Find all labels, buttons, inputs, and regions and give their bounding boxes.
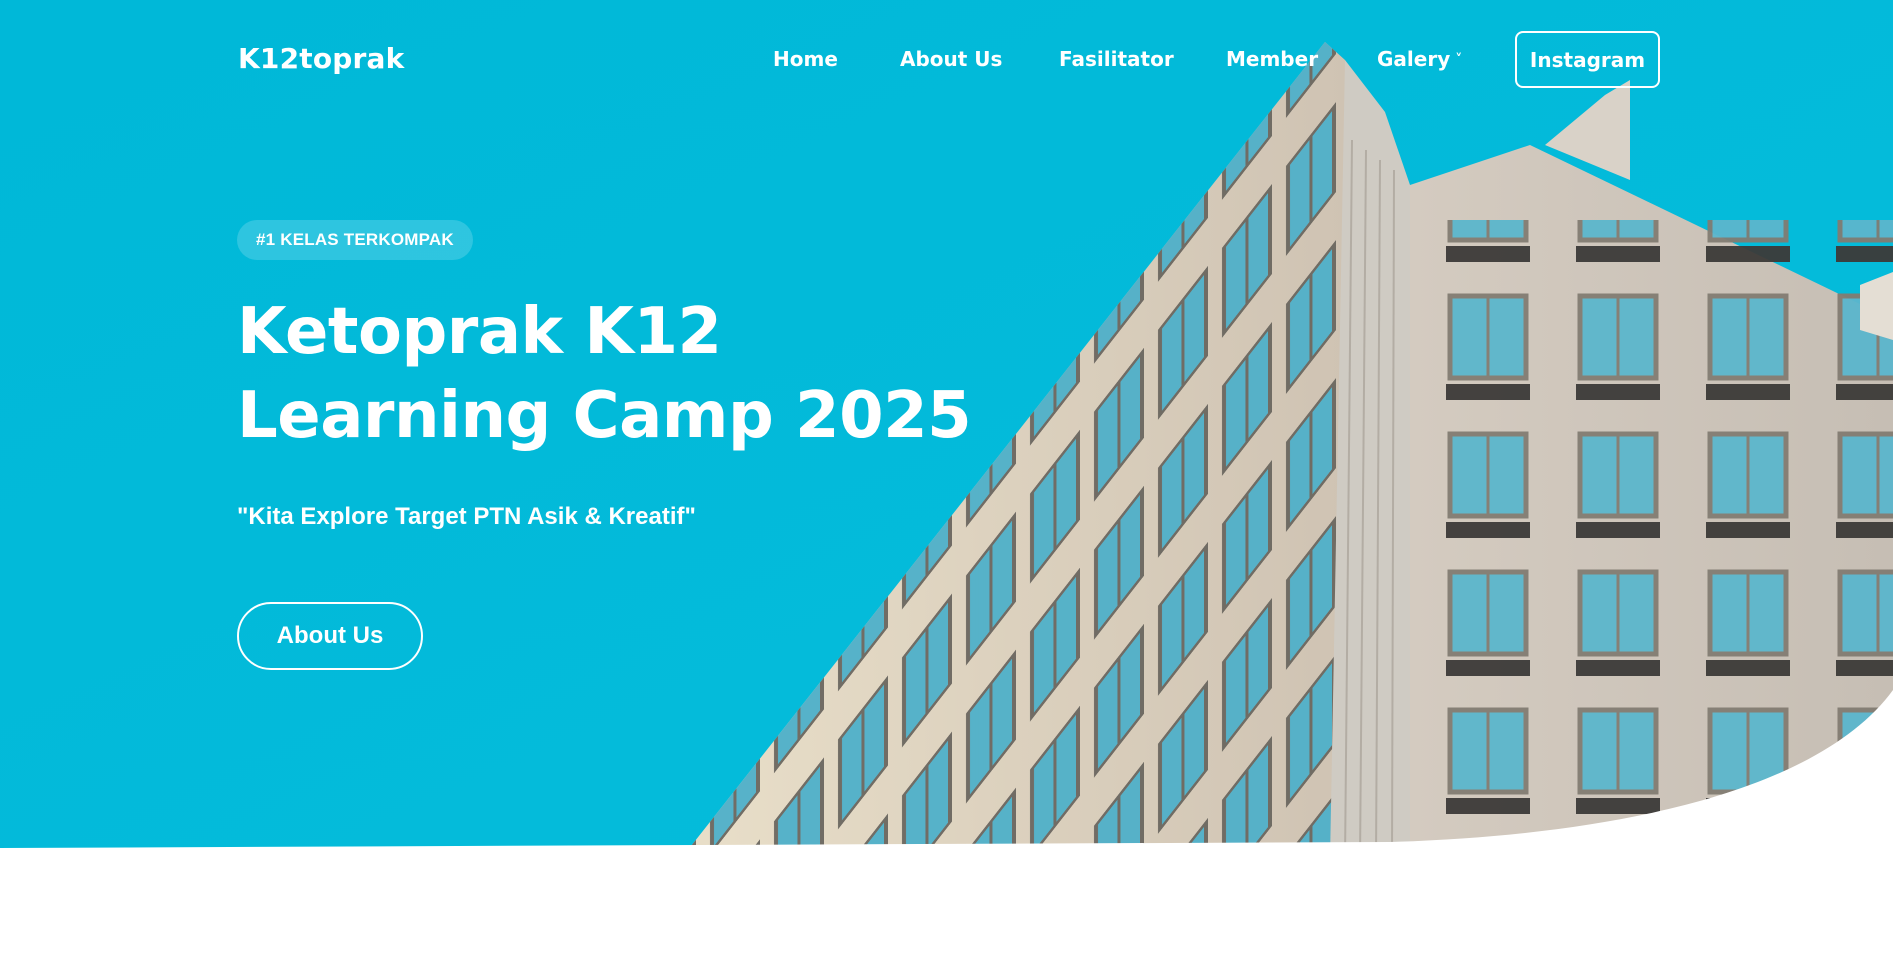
nav-fasilitator[interactable]: Fasilitator bbox=[1059, 47, 1174, 71]
hero-title-line-1: Ketoprak K12 bbox=[237, 295, 722, 369]
nav-galery-label: Galery bbox=[1377, 47, 1451, 71]
about-us-button[interactable]: About Us bbox=[237, 602, 423, 670]
instagram-button[interactable]: Instagram bbox=[1515, 31, 1660, 88]
brand-logo[interactable]: K12toprak bbox=[238, 42, 404, 75]
nav-galery[interactable]: Galery ˅ bbox=[1377, 47, 1462, 71]
page: K12toprak Home About Us Fasilitator Memb… bbox=[0, 0, 1893, 964]
nav-member[interactable]: Member bbox=[1226, 47, 1318, 71]
hero-tagline: "Kita Explore Target PTN Asik & Kreatif" bbox=[237, 503, 696, 530]
hero-wave-divider bbox=[0, 690, 1893, 964]
nav-home[interactable]: Home bbox=[773, 47, 838, 71]
hero-badge: #1 KELAS TERKOMPAK bbox=[237, 220, 473, 260]
chevron-down-icon: ˅ bbox=[1455, 52, 1463, 68]
hero-title-line-2: Learning Camp 2025 bbox=[237, 379, 972, 453]
nav-about-us[interactable]: About Us bbox=[900, 47, 1002, 71]
hero-title: Ketoprak K12 Learning Camp 2025 bbox=[237, 290, 972, 458]
